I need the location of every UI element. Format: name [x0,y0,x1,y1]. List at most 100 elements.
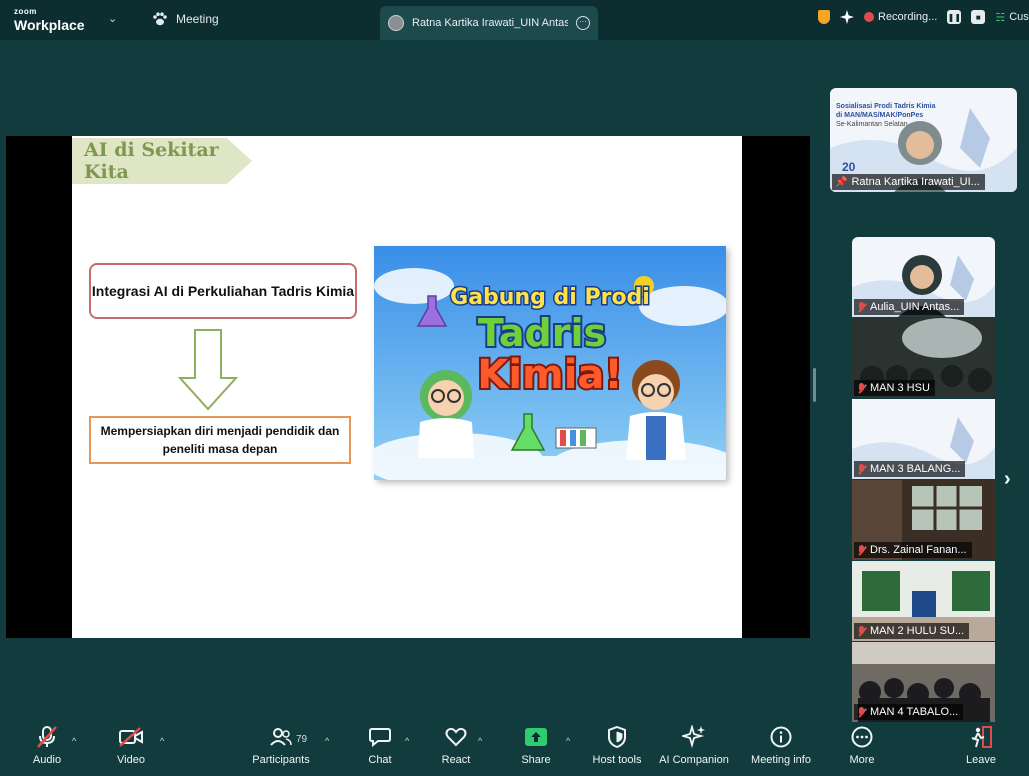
share-screen-icon [525,728,547,746]
mic-muted-icon [857,301,866,313]
pause-recording-button[interactable]: ❚❚ [947,10,962,24]
avatar [388,15,404,31]
security-shield-icon[interactable] [818,10,830,24]
next-page-chevron-icon[interactable]: › [1004,468,1011,491]
pin-icon: 📌 [835,176,848,188]
slide-box-integration: Integrasi AI di Perkuliahan Tadris Kimia [89,263,357,319]
ai-companion-button[interactable]: AI Companion [658,722,730,766]
banner-title: Sosialisasi Prodi Tadris Kimia [836,103,936,110]
slide-box-preparation: Mempersiapkan diri menjadi pendidik dan … [89,416,351,464]
tile-label: MAN 4 TABALO... [854,704,964,720]
participant-name: MAN 3 HSU [870,382,930,394]
meeting-info-label: Meeting info [751,754,811,766]
audio-label: Audio [32,754,62,766]
participant-name: MAN 2 HULU SU... [870,625,965,637]
participant-tile[interactable]: MAN 4 TABALO... [852,642,995,722]
participant-tile[interactable]: Drs. Zainal Fanan... [852,480,995,560]
video-off-icon [119,727,143,747]
video-label: Video [117,754,145,766]
ai-companion-sparkle-icon [682,725,705,749]
custom-stream-label: Cust [1009,11,1029,23]
participant-tile[interactable]: Aulia_UIN Antas... [852,237,995,317]
share-label: Share [521,754,551,766]
box2-line2: peneliti masa depan [162,442,278,456]
recording-icon [864,12,874,22]
recording-label: Recording... [878,11,938,23]
banner-date: 20 [842,160,856,174]
brand-top: zoom [14,7,37,16]
react-options-caret-icon[interactable]: ^ [478,736,482,746]
meeting-info-button[interactable]: Meeting info [748,722,814,766]
audio-button[interactable]: Audio [28,722,66,766]
tile-label: MAN 3 HSU [854,380,935,396]
chevron-down-icon[interactable]: ⌄ [108,12,117,25]
ai-companion-label: AI Companion [659,754,729,766]
active-tab-title: Ratna Kartika Irawati_UIN Antasari [412,17,568,29]
host-tools-shield-icon [608,726,626,748]
pinned-banner: Sosialisasi Prodi Tadris Kimia di MAN/MA… [836,102,935,129]
rss-icon: ☵ [995,11,1006,24]
recording-indicator[interactable]: Recording... [864,11,937,23]
participants-label: Participants [252,754,310,766]
panel-resize-handle[interactable] [813,368,816,402]
tab-meeting[interactable]: Meeting [152,12,219,26]
chat-label: Chat [368,754,392,766]
leave-door-icon [971,726,992,748]
shared-screen: AI di Sekitar Kita Integrasi AI di Perku… [6,136,810,638]
mic-muted-icon [857,706,866,718]
participant-tile[interactable]: MAN 3 HSU [852,318,995,398]
participant-tile[interactable]: MAN 2 HULU SU... [852,561,995,641]
poster-line1: Gabung di Prodi [450,285,650,310]
host-tools-label: Host tools [592,754,642,766]
pinned-speaker-tile[interactable]: Sosialisasi Prodi Tadris Kimia di MAN/MA… [830,88,1017,192]
participant-name: MAN 3 BALANG... [870,463,961,475]
tile-label: MAN 2 HULU SU... [854,623,970,639]
heart-icon [445,727,467,747]
participants-icon [270,728,292,746]
pinned-name: Ratna Kartika Irawati_UI... [851,176,980,188]
video-options-caret-icon[interactable]: ^ [160,736,164,746]
more-dots-icon [851,726,873,748]
leave-label: Leave [966,754,996,766]
paw-icon [153,12,167,26]
react-button[interactable]: React [440,722,472,766]
chat-options-caret-icon[interactable]: ^ [405,736,409,746]
presentation-slide: AI di Sekitar Kita Integrasi AI di Perku… [72,136,742,638]
participant-tile[interactable]: MAN 3 BALANG... [852,399,995,479]
leave-button[interactable]: Leave [964,722,998,766]
mic-muted-icon [37,726,57,748]
mic-muted-icon [857,382,866,394]
mic-muted-icon [857,463,866,475]
box2-line1: Mempersiapkan diri menjadi pendidik dan [100,424,340,438]
share-button[interactable]: Share [518,722,554,766]
tab-shared-screen[interactable]: Ratna Kartika Irawati_UIN Antasari ··· [380,6,598,40]
video-button[interactable]: Video [114,722,148,766]
meeting-status: Recording... ❚❚ ■ ☵ Cust [818,10,1029,24]
chat-button[interactable]: Chat [366,722,394,766]
live-stream-indicator[interactable]: ☵ Cust [995,11,1029,24]
tile-label: 📌 Ratna Kartika Irawati_UI... [832,174,985,190]
stop-recording-button[interactable]: ■ [971,10,986,24]
meeting-toolbar: Audio ^ Video ^ Participants 79 ^ Chat ^… [0,722,1029,776]
zoom-workplace-logo[interactable]: zoom Workplace [14,7,85,33]
slide-title: AI di Sekitar Kita [72,138,252,184]
banner-loc: Se-Kalimantan Selatan [836,121,908,129]
meeting-tab-label: Meeting [176,12,219,26]
participant-name: Aulia_UIN Antas... [870,301,960,313]
participant-name: MAN 4 TABALO... [870,706,959,718]
host-tools-button[interactable]: Host tools [590,722,644,766]
more-button[interactable]: More [846,722,878,766]
ai-sparkle-icon[interactable] [840,10,854,24]
more-label: More [849,754,875,766]
mic-muted-icon [857,625,866,637]
tadris-kimia-poster: Gabung di Prodi Tadris Kimia! [374,246,726,480]
audio-options-caret-icon[interactable]: ^ [72,736,76,746]
participants-options-caret-icon[interactable]: ^ [325,736,329,746]
poster-line3: Kimia! [477,352,622,398]
participants-count: 79 [296,734,308,745]
title-bar: zoom Workplace ⌄ Meeting Ratna Kartika I… [0,0,1029,40]
tile-label: MAN 3 BALANG... [854,461,966,477]
share-options-caret-icon[interactable]: ^ [566,736,570,746]
more-options-icon[interactable]: ··· [576,16,590,30]
tile-label: Aulia_UIN Antas... [854,299,965,315]
